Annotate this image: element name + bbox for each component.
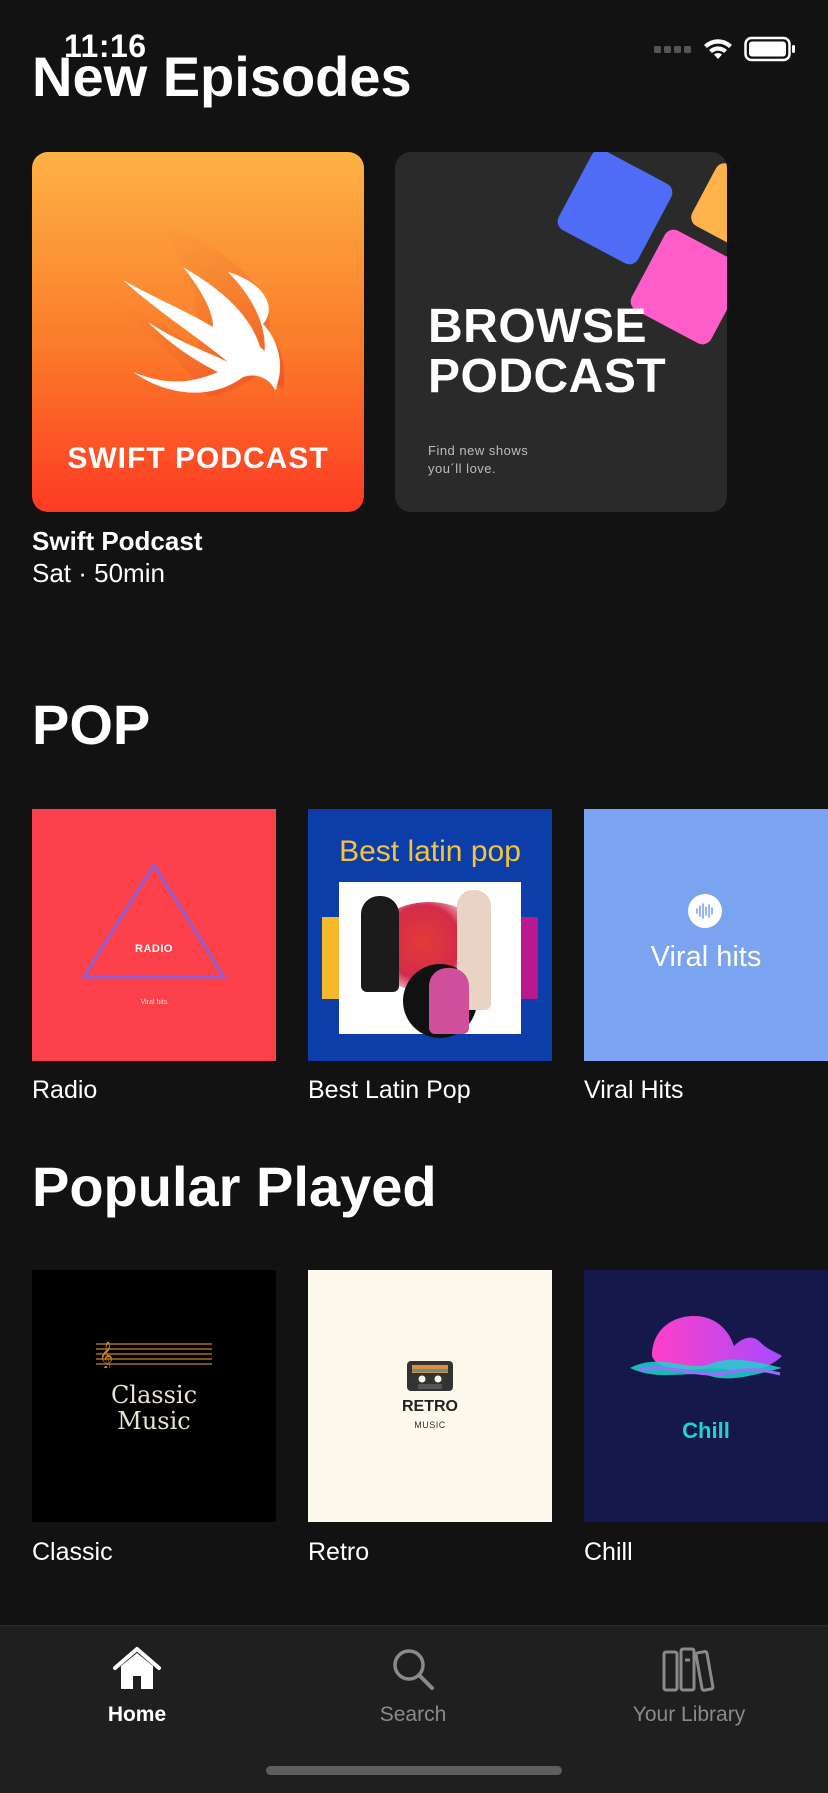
chill-art-title: Chill bbox=[682, 1418, 730, 1443]
tile-label-classic: Classic bbox=[32, 1538, 113, 1566]
episode-card-swift-podcast[interactable]: SWIFT PODCAST bbox=[32, 152, 364, 512]
browse-podcast-title: BROWSE PODCAST bbox=[428, 300, 667, 403]
tile-best-latin-pop[interactable]: Best latin pop bbox=[308, 809, 552, 1061]
classic-art-title: Classic Music bbox=[110, 1381, 198, 1435]
episode-meta: Sat · 50min bbox=[32, 558, 165, 588]
home-icon bbox=[113, 1647, 161, 1689]
section-title-new-episodes: New Episodes bbox=[32, 45, 412, 108]
section-title-pop: POP bbox=[32, 693, 151, 756]
latin-pop-photo bbox=[339, 882, 521, 1038]
tile-radio[interactable]: RADIO Viral hits bbox=[32, 809, 276, 1061]
search-icon bbox=[393, 1649, 434, 1690]
radio-art-subtitle: Viral hits bbox=[140, 999, 168, 1006]
cellular-signal-icon bbox=[654, 46, 691, 53]
browse-podcast-subtitle: Find new shows you´ll love. bbox=[428, 443, 529, 476]
tab-your-library[interactable]: Your Library bbox=[589, 1646, 789, 1727]
tile-label-viral-hits: Viral Hits bbox=[584, 1076, 684, 1104]
tile-label-chill: Chill bbox=[584, 1538, 633, 1566]
cassette-icon bbox=[407, 1361, 453, 1391]
episode-name: Swift Podcast bbox=[32, 526, 203, 556]
latin-pop-art-title: Best latin pop bbox=[339, 835, 521, 868]
tab-home-label: Home bbox=[107, 1703, 167, 1726]
home-indicator bbox=[266, 1766, 562, 1775]
tile-label-radio: Radio bbox=[32, 1076, 98, 1104]
radio-art-title: RADIO bbox=[135, 943, 173, 955]
swift-logo-icon bbox=[98, 222, 285, 397]
section-title-popular-played: Popular Played bbox=[32, 1155, 437, 1218]
tab-your-library-label: Your Library bbox=[632, 1703, 746, 1726]
tile-viral-hits[interactable]: Viral hits bbox=[584, 809, 828, 1061]
tab-home[interactable]: Home bbox=[37, 1646, 237, 1727]
retro-art-subtitle: MUSIC bbox=[414, 1420, 446, 1430]
tile-chill[interactable]: Chill bbox=[584, 1270, 828, 1522]
decor-bar-magenta bbox=[518, 917, 538, 999]
tab-search-label: Search bbox=[379, 1703, 447, 1726]
status-indicators bbox=[654, 36, 796, 62]
svg-text:𝄞: 𝄞 bbox=[99, 1341, 113, 1368]
wifi-icon bbox=[704, 39, 732, 59]
photo-figure-1 bbox=[361, 896, 399, 992]
episode-card-browse-podcast[interactable]: BROWSE PODCAST Find new shows you´ll lov… bbox=[395, 152, 727, 512]
tile-retro[interactable]: RETRO MUSIC bbox=[308, 1270, 552, 1522]
retro-art-title: RETRO bbox=[402, 1398, 458, 1415]
tile-classic[interactable]: 𝄞 Classic Music bbox=[32, 1270, 276, 1522]
tab-search[interactable]: Search bbox=[313, 1646, 513, 1727]
viral-hits-art-title: Viral hits bbox=[650, 941, 762, 973]
tile-label-retro: Retro bbox=[308, 1538, 370, 1566]
photo-figure-3 bbox=[429, 968, 469, 1034]
battery-icon bbox=[744, 36, 795, 62]
library-icon bbox=[662, 1647, 715, 1692]
tile-label-best-latin-pop: Best Latin Pop bbox=[308, 1076, 471, 1104]
audio-wave-icon bbox=[688, 894, 722, 928]
swift-podcast-art-text: SWIFT PODCAST bbox=[67, 442, 329, 475]
music-staff-icon: 𝄞 bbox=[96, 1341, 212, 1368]
chill-wave-icon bbox=[630, 1316, 782, 1379]
triangle-icon bbox=[81, 862, 227, 979]
